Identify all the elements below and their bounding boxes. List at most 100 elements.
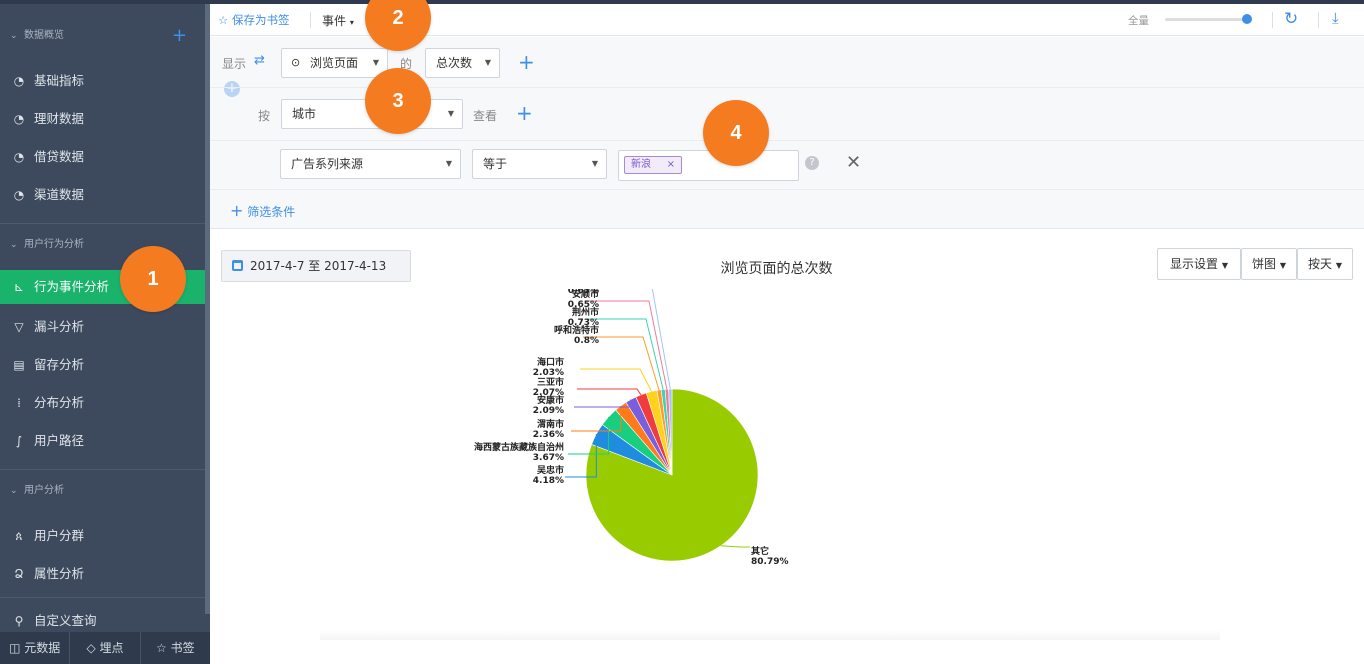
save-bookmark-label: 保存为书签 (231, 13, 290, 27)
pie-category-label: 其它 (751, 545, 769, 557)
sidebar-bottom-bar: ◫ 元数据 ◇ 埋点 ☆ 书签 (0, 632, 210, 664)
pie-category-label: 渭南市 (537, 418, 564, 430)
sidebar-item-label: 行为事件分析 (33, 279, 109, 294)
filter-value-tag[interactable]: 新浪 × (624, 156, 682, 174)
sidebar-item-loan-data[interactable]: ◔ 借贷数据 (0, 140, 205, 174)
chart-type-dropdown[interactable]: 饼图 ▼ (1241, 248, 1297, 280)
sidebar-item-label: 用户路径 (33, 433, 84, 448)
event-select[interactable]: ⊙ 浏览页面 ▼ (281, 48, 388, 78)
pie-value-label: 2.07% (533, 388, 564, 398)
line-chart-icon: ⊾ (13, 280, 25, 294)
sidebar-divider (0, 597, 205, 598)
calendar-icon (232, 260, 243, 271)
metadata-button[interactable]: ◫ 元数据 (0, 632, 71, 664)
refresh-icon[interactable]: ↻ (1284, 9, 1298, 29)
sidebar-item-label: 借贷数据 (33, 149, 84, 164)
chevron-down-icon: ⌄ (10, 240, 18, 250)
group-by-value: 城市 (292, 107, 317, 121)
date-range-label: 2017-4-7 至 2017-4-13 (250, 259, 387, 273)
sidebar-item-finance-data[interactable]: ◔ 理财数据 (0, 102, 205, 136)
pie-value-label: 0.73% (568, 318, 599, 328)
sidebar-item-distribution[interactable]: ⁞ 分布分析 (0, 386, 205, 420)
pie-category-label: 吴忠市 (537, 464, 564, 476)
callout-badge-3: 3 (365, 68, 431, 134)
sidebar-group-behavior[interactable]: ⌄ 用户行为分析 (0, 235, 205, 255)
dashboard-icon: ◔ (13, 112, 25, 126)
users-icon: ጰ (15, 529, 23, 543)
sidebar-item-label: 留存分析 (33, 357, 84, 372)
granularity-dropdown[interactable]: 按天 ▼ (1297, 248, 1353, 280)
sidebar-item-user-path[interactable]: ∫ 用户路径 (0, 424, 205, 458)
sidebar-group-user[interactable]: ⌄ 用户分析 (0, 481, 205, 501)
sidebar-divider (0, 469, 205, 470)
date-range-picker[interactable]: 2017-4-7 至 2017-4-13 (221, 250, 411, 282)
caret-down-icon: ▼ (372, 58, 379, 67)
pie-value-label: 2.36% (533, 430, 564, 440)
tracking-button[interactable]: ◇ 埋点 (70, 632, 141, 664)
bookmarks-label: 书签 (170, 641, 195, 655)
page-view-icon: ⊙ (291, 56, 301, 69)
display-settings-dropdown[interactable]: 显示设置 ▼ (1157, 248, 1241, 280)
add-metric-button[interactable]: + (518, 52, 535, 72)
sidebar-item-basic-metrics[interactable]: ◔ 基础指标 (0, 64, 205, 98)
chevron-down-icon: ⌄ (10, 31, 18, 41)
query-config-panel: 显示 ⇄ + ⊙ 浏览页面 ▼ 的 总次数 ▼ + 按 城市 ▼ 查看 + 广告… (210, 37, 1364, 229)
metadata-label: 元数据 (24, 641, 61, 655)
sidebar-item-user-segments[interactable]: ጰ 用户分群 (0, 519, 205, 553)
callout-badge-1: 1 (120, 246, 186, 312)
row-divider (210, 189, 1364, 190)
sidebar-item-attribute-analysis[interactable]: Ձ 属性分析 (0, 557, 205, 591)
caret-down-icon: ▼ (1335, 261, 1342, 270)
metadata-icon: ◫ (9, 641, 21, 655)
tracking-point-icon: ◇ (86, 641, 96, 655)
caret-down-icon: ▼ (484, 58, 491, 67)
help-icon[interactable]: ? (805, 156, 819, 170)
add-icon[interactable]: + (172, 26, 187, 46)
pie-value-label: 4.18% (533, 476, 564, 486)
sidebar-item-retention[interactable]: ▤ 留存分析 (0, 348, 205, 382)
bookmarks-button[interactable]: ☆ 书签 (141, 632, 210, 664)
metric-select[interactable]: 总次数 ▼ (425, 48, 500, 78)
metric-select-value: 总次数 (436, 56, 473, 70)
sidebar-item-label: 用户分群 (33, 528, 84, 543)
pie-leader-line (651, 289, 671, 390)
sidebar-item-label: 渠道数据 (33, 187, 84, 202)
caret-down-icon: ▼ (1279, 261, 1286, 270)
pie-value-label: 0.65% (568, 300, 599, 310)
sidebar-group-overview[interactable]: ⌄ 数据概览 + (0, 26, 205, 46)
add-group-button[interactable]: + (516, 103, 533, 123)
save-bookmark-button[interactable]: ☆ 保存为书签 (218, 12, 289, 28)
pie-value-label: 80.79% (751, 557, 789, 567)
row-divider (210, 140, 1364, 141)
toolbar-divider (1318, 12, 1319, 28)
show-label: 显示 (222, 57, 247, 71)
sidebar-group-label: 用户分析 (24, 485, 64, 496)
sidebar-group-label: 用户行为分析 (24, 239, 84, 250)
slider-handle[interactable] (1242, 14, 1252, 24)
filter-operator-select[interactable]: 等于 ▼ (472, 149, 607, 179)
filter-operator-value: 等于 (483, 157, 508, 171)
sidebar-item-funnel[interactable]: ▽ 漏斗分析 (0, 310, 205, 344)
toolbar-divider (310, 12, 311, 28)
pie-leader-line (720, 545, 750, 548)
add-filter-button[interactable]: + 筛选条件 (230, 201, 295, 220)
sidebar-item-label: 自定义查询 (33, 613, 97, 628)
filter-field-value: 广告系列来源 (291, 157, 364, 171)
tag-remove-icon[interactable]: × (667, 157, 675, 173)
swap-icon[interactable]: ⇄ (254, 53, 265, 68)
sampling-slider[interactable] (1165, 14, 1252, 24)
caret-down-icon: ▼ (591, 159, 598, 168)
remove-filter-icon[interactable]: ✕ (846, 152, 861, 173)
pie-value-label: 3.67% (533, 453, 564, 463)
filter-field-select[interactable]: 广告系列来源 ▼ (280, 149, 461, 179)
download-icon[interactable]: ⤓ (1332, 9, 1339, 27)
pie-leader-line (577, 388, 642, 396)
granularity-label: 按天 (1308, 257, 1333, 271)
sidebar-item-channel-data[interactable]: ◔ 渠道数据 (0, 178, 205, 212)
dashboard-icon: ◔ (13, 150, 25, 164)
pie-category-label: 海西蒙古族藏族自治州 (474, 441, 564, 453)
event-dropdown[interactable]: 事件 ▾ (322, 12, 354, 29)
view-label: 查看 (473, 109, 498, 123)
by-label: 按 (258, 109, 271, 123)
add-event-icon[interactable]: + (224, 81, 240, 97)
